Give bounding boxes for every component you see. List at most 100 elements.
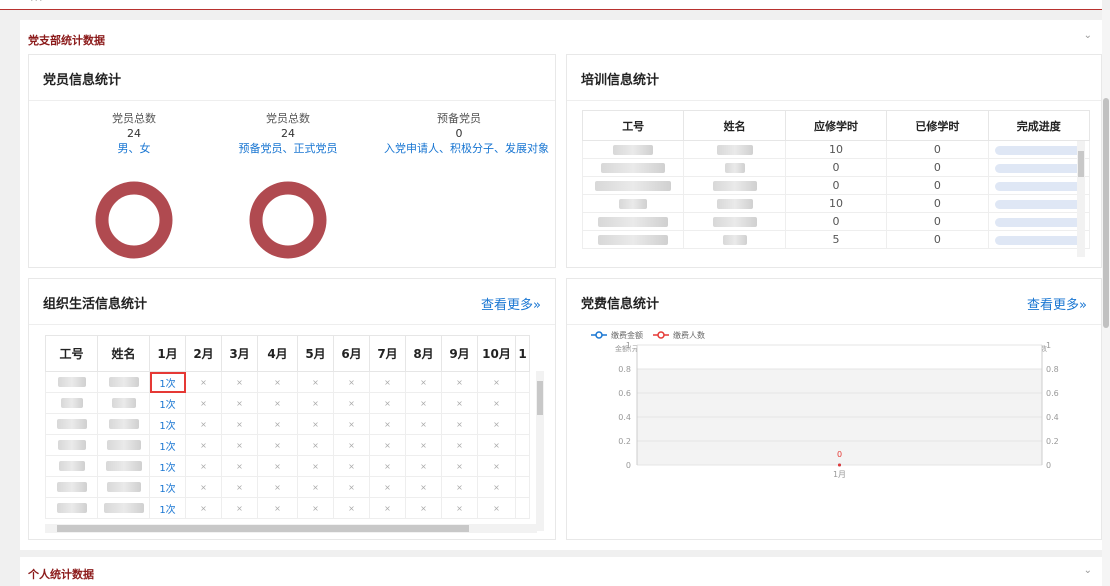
- table-row[interactable]: 00: [581, 212, 1091, 231]
- empty-month-cell: ×: [333, 497, 370, 519]
- table-row[interactable]: 00: [581, 158, 1091, 177]
- month-count-cell[interactable]: 1次: [149, 455, 186, 477]
- table-row[interactable]: 1次 × × × × × × × × ×: [45, 371, 530, 393]
- training-table: 工号 姓名 应修学时 已修学时 完成进度 10 0 0 0 0 0 10 0 0 0 5 0: [581, 110, 1091, 249]
- empty-month-cell: ×: [257, 455, 298, 477]
- legend-label[interactable]: 缴费人数: [673, 330, 705, 340]
- completed-hours-cell: 0: [886, 158, 989, 177]
- collapse-chevron-icon[interactable]: ⌄: [1084, 30, 1092, 41]
- redacted-value: [56, 419, 87, 429]
- branch-section-title: 党支部统计数据: [28, 34, 105, 47]
- empty-month-cell: ×: [297, 455, 334, 477]
- table-row[interactable]: 10 0: [581, 140, 1091, 159]
- empty-month-cell: ×: [477, 455, 516, 477]
- empty-month-cell: ×: [297, 434, 334, 456]
- employee-id-cell: [45, 497, 98, 519]
- month-count-cell[interactable]: 1次: [149, 497, 186, 519]
- employee-id-cell: [45, 434, 98, 456]
- card-header: 培训信息统计: [567, 55, 1101, 101]
- empty-month-cell: ×: [333, 392, 370, 414]
- data-label: 0: [837, 450, 842, 459]
- stat-label: 党员总数: [266, 112, 310, 125]
- redacted-value: [619, 199, 648, 209]
- fee-line-chart[interactable]: 缴费金额缴费人数金额(元)人数110.80.80.60.60.40.40.20.…: [567, 325, 1101, 525]
- right-tick-label: 0.8: [1046, 365, 1059, 374]
- month-count-cell[interactable]: 1次: [149, 434, 186, 456]
- empty-month-cell: ×: [185, 371, 222, 393]
- stat-sub[interactable]: 入党申请人、积极分子、发展对象: [384, 141, 549, 156]
- progress-bar: [994, 181, 1083, 191]
- empty-month-cell: ×: [441, 455, 478, 477]
- empty-month-cell: [515, 497, 530, 519]
- left-tick-label: 0.6: [618, 389, 631, 398]
- table-row[interactable]: 1次 × × × × × × × × ×: [45, 434, 530, 456]
- column-header: 姓名: [683, 110, 786, 141]
- gender-donut-chart[interactable]: [95, 181, 173, 259]
- completed-hours-cell: 0: [886, 212, 989, 231]
- redacted-value: [722, 235, 747, 245]
- empty-month-cell: ×: [441, 434, 478, 456]
- card-header: 党费信息统计 查看更多»: [567, 279, 1101, 325]
- page-scrollbar[interactable]: [1102, 10, 1110, 586]
- month-count-cell[interactable]: 1次: [149, 413, 186, 435]
- type-donut-chart[interactable]: [249, 181, 327, 259]
- expand-chevron-icon[interactable]: ⌄: [1084, 565, 1092, 576]
- required-hours-cell: 10: [784, 140, 888, 159]
- table-row[interactable]: 1次 × × × × × × × × ×: [45, 392, 530, 414]
- org-life-more-link[interactable]: 查看更多»: [481, 294, 541, 313]
- empty-month-cell: ×: [477, 413, 516, 435]
- table-row[interactable]: 00: [581, 176, 1091, 195]
- empty-month-cell: ×: [369, 392, 406, 414]
- table-row[interactable]: 1次 × × × × × × × × ×: [45, 455, 530, 477]
- right-tick-label: 0.4: [1046, 413, 1059, 422]
- name-cell: [683, 194, 786, 213]
- progress-cell: [987, 230, 1091, 249]
- column-header: 9月: [441, 335, 478, 372]
- progress-bar: [994, 199, 1083, 209]
- empty-month-cell: ×: [333, 455, 370, 477]
- progress-cell: [987, 158, 1091, 177]
- fee-more-link[interactable]: 查看更多»: [1027, 294, 1087, 313]
- stat-value: 24: [127, 127, 141, 140]
- month-count-cell[interactable]: 1次: [149, 476, 186, 498]
- training-scrollbar[interactable]: [1077, 141, 1085, 257]
- stat-value: 0: [455, 127, 463, 140]
- table-row[interactable]: 1次 × × × × × × × × ×: [45, 476, 530, 498]
- name-cell: [683, 230, 786, 249]
- fee-stats-card: 党费信息统计 查看更多» 缴费金额缴费人数金额(元)人数110.80.80.60…: [566, 278, 1102, 540]
- stat-sub[interactable]: 预备党员、正式党员: [213, 141, 363, 156]
- personal-stats-bar[interactable]: 个人统计数据 ⌄: [20, 557, 1102, 586]
- member-stats-title: 党员信息统计: [43, 73, 122, 88]
- data-point[interactable]: [838, 463, 841, 467]
- stat-sub[interactable]: 男、女: [59, 141, 209, 156]
- right-tick-label: 0: [1046, 461, 1051, 470]
- scroll-thumb[interactable]: [1103, 98, 1109, 328]
- required-hours-cell: 0: [784, 158, 888, 177]
- column-header: 工号: [45, 335, 98, 372]
- scroll-thumb[interactable]: [57, 525, 469, 532]
- table-row[interactable]: 1次 × × × × × × × × ×: [45, 497, 530, 519]
- org-life-title: 组织生活信息统计: [43, 297, 148, 312]
- table-header-row: 工号 姓名 应修学时 已修学时 完成进度: [581, 110, 1091, 141]
- redacted-value: [105, 461, 142, 471]
- redacted-value: [108, 419, 139, 429]
- month-count-cell[interactable]: 1次: [149, 371, 186, 393]
- stat-probationary: 预备党员 0 入党申请人、积极分子、发展对象: [384, 111, 549, 156]
- org-life-vscrollbar[interactable]: [536, 371, 544, 531]
- redacted-value: [712, 181, 757, 191]
- legend-label[interactable]: 缴费金额: [611, 330, 643, 340]
- table-row[interactable]: 10 0: [581, 194, 1091, 213]
- table-row[interactable]: 1次 × × × × × × × × ×: [45, 413, 530, 435]
- table-row[interactable]: 50: [581, 230, 1091, 249]
- name-cell: [97, 497, 150, 519]
- empty-month-cell: ×: [477, 371, 516, 393]
- employee-id-cell: [45, 371, 98, 393]
- month-count-cell[interactable]: 1次: [149, 392, 186, 414]
- scroll-thumb[interactable]: [1078, 151, 1084, 177]
- empty-month-cell: [515, 392, 530, 414]
- member-stats-card: 党员信息统计 党员总数 24 男、女 党员总数 24 预备党员、正式党员 预备党…: [28, 54, 556, 268]
- employee-id-cell: [45, 455, 98, 477]
- empty-month-cell: ×: [333, 476, 370, 498]
- org-life-hscrollbar[interactable]: [45, 524, 537, 533]
- scroll-thumb[interactable]: [537, 381, 543, 415]
